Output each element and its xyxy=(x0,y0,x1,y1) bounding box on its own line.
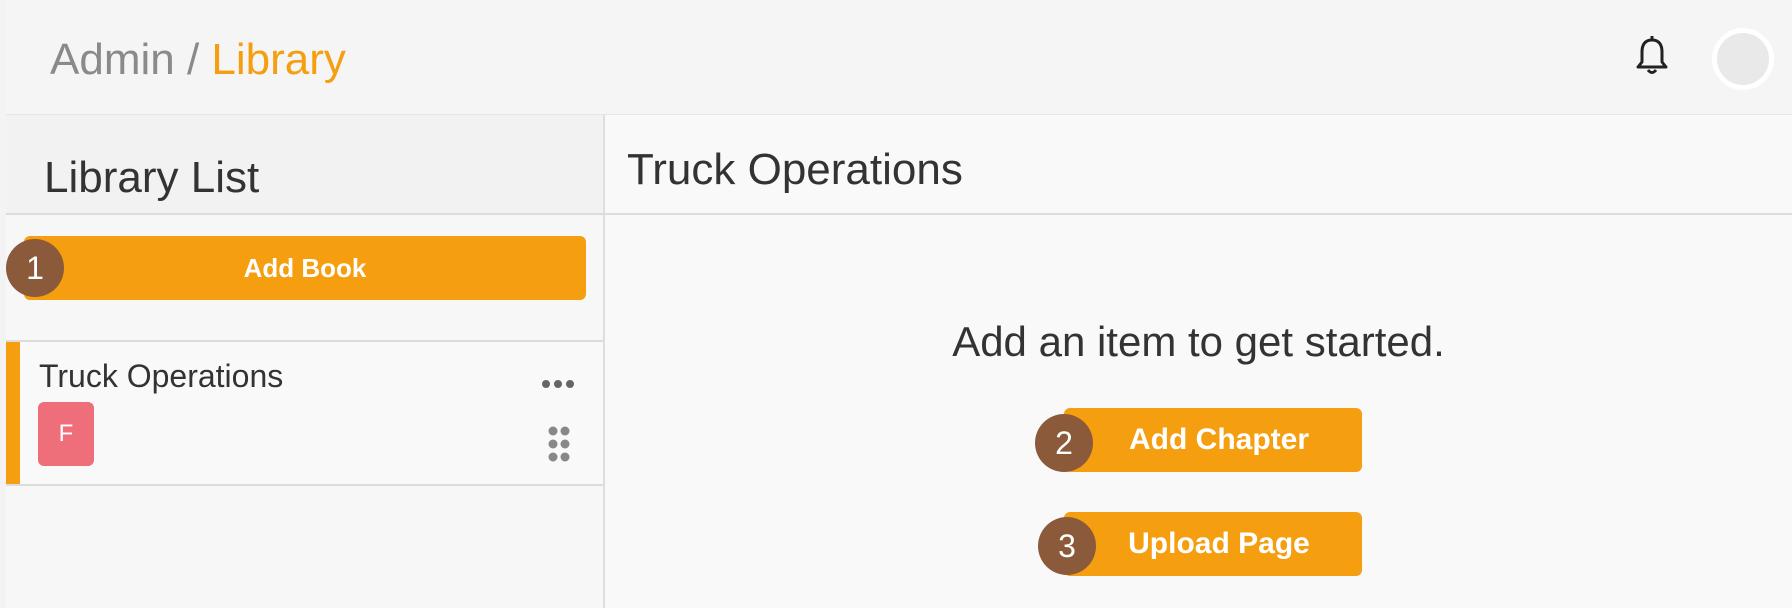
drag-handle-icon[interactable] xyxy=(544,424,574,464)
step-badge-1: 1 xyxy=(6,239,64,297)
breadcrumb-separator: / xyxy=(174,35,212,84)
library-list-header: Library List xyxy=(6,115,603,215)
app-frame: Admin / Library Library List Add Book 1 … xyxy=(6,0,1792,608)
book-list-item[interactable]: Truck Operations F xyxy=(6,340,603,486)
library-list-panel: Library List Add Book 1 Truck Operations… xyxy=(6,115,605,608)
book-detail-header: Truck Operations xyxy=(605,115,1792,215)
bell-icon[interactable] xyxy=(1632,34,1672,78)
more-horizontal-icon[interactable] xyxy=(538,376,578,392)
selected-indicator xyxy=(6,342,20,484)
breadcrumb-admin[interactable]: Admin xyxy=(50,35,175,84)
add-chapter-button[interactable]: Add Chapter xyxy=(1064,408,1362,472)
add-book-button[interactable]: Add Book xyxy=(24,236,586,300)
breadcrumb: Admin / Library xyxy=(50,32,346,88)
step-badge-3: 3 xyxy=(1038,517,1096,575)
upload-page-button[interactable]: Upload Page xyxy=(1064,512,1362,576)
book-initial-badge: F xyxy=(38,402,94,466)
book-detail-panel: Truck Operations Add an item to get star… xyxy=(605,115,1792,608)
step-badge-2: 2 xyxy=(1035,414,1093,472)
top-header: Admin / Library xyxy=(6,0,1792,115)
user-avatar[interactable] xyxy=(1712,28,1774,90)
library-list-title: Library List xyxy=(44,153,260,202)
book-detail-title: Truck Operations xyxy=(627,145,963,194)
book-title: Truck Operations xyxy=(39,358,284,394)
breadcrumb-library: Library xyxy=(211,35,346,84)
empty-state-message: Add an item to get started. xyxy=(952,318,1445,365)
